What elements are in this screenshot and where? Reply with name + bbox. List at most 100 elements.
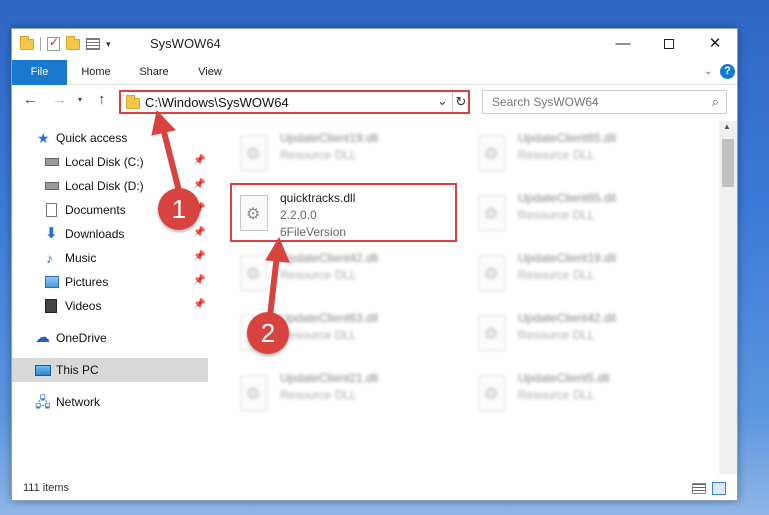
sidebar-item-music[interactable]: ♪ Music 📌 [12,246,208,270]
file-item[interactable]: UpdateClient42.dll Resource DLL [470,307,690,363]
tab-share[interactable]: Share [132,60,176,85]
dll-file-icon [478,315,506,351]
tab-home[interactable]: Home [74,60,118,85]
sidebar-item-label: Downloads [65,227,125,241]
folder-icon [20,35,34,50]
onedrive-icon: ☁ [35,329,50,346]
address-dropdown-icon[interactable]: ⌄ [437,93,448,109]
toolbar-divider [40,37,41,51]
sidebar-item-videos[interactable]: Videos 📌 [12,294,208,318]
file-highlight-box [230,183,457,242]
pictures-icon [45,276,59,288]
dll-file-icon [478,375,506,411]
this-pc-icon [35,365,51,376]
music-icon: ♪ [46,250,53,266]
file-type: Resource DLL [518,388,595,402]
sidebar-item-label: Documents [65,203,126,217]
details-view-icon[interactable] [692,483,706,494]
sidebar-item-label: Quick access [56,131,128,145]
search-input[interactable]: Search SysWOW64 ⌕ [482,90,727,114]
file-name: UpdateClient65.dll [518,191,617,205]
large-icons-view-icon[interactable] [712,482,726,495]
dll-file-icon [240,135,268,171]
sidebar-item-onedrive[interactable]: ☁ OneDrive [12,326,208,350]
sidebar-item-label: Pictures [65,275,109,289]
sidebar-item-label: Videos [65,299,102,313]
dll-file-icon [240,255,268,291]
properties-icon[interactable] [47,35,60,51]
tab-file[interactable]: File [12,60,67,85]
expand-ribbon-icon[interactable]: ⌄ [704,66,712,77]
file-item[interactable]: UpdateClient19.dll Resource DLL [470,247,690,303]
sidebar-item-label: OneDrive [56,331,107,345]
maximize-button[interactable] [646,29,692,59]
sidebar-item-network[interactable]: 🖧 Network [12,390,208,414]
star-icon: ★ [37,130,50,146]
file-item[interactable]: UpdateClient65.dll Resource DLL [470,127,690,183]
pin-icon: 📌 [193,275,206,286]
file-item[interactable]: UpdateClient21.dll Resource DLL [232,367,452,423]
address-bar[interactable]: C:\Windows\SysWOW64 ⌄ ↻ [119,90,470,114]
dll-file-icon [478,255,506,291]
pin-icon: 📌 [193,299,206,310]
dll-file-icon [478,195,506,231]
documents-icon [46,203,57,217]
tab-view[interactable]: View [188,60,232,85]
file-item[interactable]: UpdateClient19.dll Resource DLL [232,127,452,183]
sidebar-item-label: This PC [56,363,99,377]
folder-icon [126,95,140,109]
sidebar-item-label: Local Disk (D:) [65,179,144,193]
sidebar-item-label: Network [56,395,101,409]
up-arrow-icon[interactable]: ↑ [98,91,106,108]
videos-icon [45,299,57,313]
ribbon: File Home Share View ⌄ ? [12,60,737,85]
vertical-scrollbar[interactable]: ▲ [719,121,737,474]
file-type: Resource DLL [518,148,595,162]
minimize-button[interactable]: — [600,29,646,59]
sidebar-item-quick-access[interactable]: ★ Quick access [12,126,208,150]
sidebar-item-this-pc[interactable]: This PC [12,358,208,382]
quick-access-toolbar: ▾ [20,35,111,51]
address-row: ← → ▾ ↑ C:\Windows\SysWOW64 ⌄ ↻ Search S… [12,86,737,116]
file-item[interactable]: UpdateClient42.dll Resource DLL [232,247,452,303]
refresh-icon[interactable]: ↻ [452,92,469,112]
sidebar-item-pictures[interactable]: Pictures 📌 [12,270,208,294]
search-icon[interactable]: ⌕ [712,94,719,110]
dll-file-icon [240,375,268,411]
sidebar-item-label: Music [65,251,97,265]
file-type: Resource DLL [280,328,357,342]
file-type: Resource DLL [518,328,595,342]
status-bar: 111 items [12,478,737,500]
scrollbar-thumb[interactable] [722,139,734,187]
scroll-up-icon[interactable]: ▲ [723,122,731,131]
recent-locations-icon[interactable]: ▾ [78,95,82,104]
address-path[interactable]: C:\Windows\SysWOW64 [145,95,289,110]
file-type: Resource DLL [280,268,357,282]
file-type: Resource DLL [280,148,357,162]
file-name: UpdateClient42.dll [280,251,379,265]
close-button[interactable]: ✕ [692,29,738,59]
back-arrow-icon[interactable]: ← [23,91,38,108]
disk-icon [45,158,59,166]
file-name: UpdateClient19.dll [518,251,617,265]
forward-arrow-icon[interactable]: → [52,91,67,108]
downloads-icon: ⬇ [45,225,58,242]
title-bar: ▾ SysWOW64 — ✕ [12,29,737,60]
customize-toolbar-icon[interactable]: ▾ [106,39,111,50]
search-placeholder: Search SysWOW64 [492,95,599,109]
window-title: SysWOW64 [150,36,221,51]
file-item[interactable]: UpdateClient5.dll Resource DLL [470,367,690,423]
dll-file-icon [478,135,506,171]
help-icon[interactable]: ? [720,64,735,79]
sidebar-item-label: Local Disk (C:) [65,155,144,169]
file-item[interactable]: UpdateClient65.dll Resource DLL [470,187,690,243]
file-list: UpdateClient19.dll Resource DLL quicktra… [208,121,719,474]
view-options-icon[interactable] [86,38,100,50]
item-count: 111 items [23,482,70,494]
sidebar-item-local-disk-c[interactable]: Local Disk (C:) 📌 [12,150,208,174]
file-name: UpdateClient63.dll [280,311,379,325]
new-folder-icon[interactable] [66,35,80,50]
file-name: UpdateClient42.dll [518,311,617,325]
file-type: Resource DLL [518,268,595,282]
network-icon: 🖧 [35,394,51,410]
